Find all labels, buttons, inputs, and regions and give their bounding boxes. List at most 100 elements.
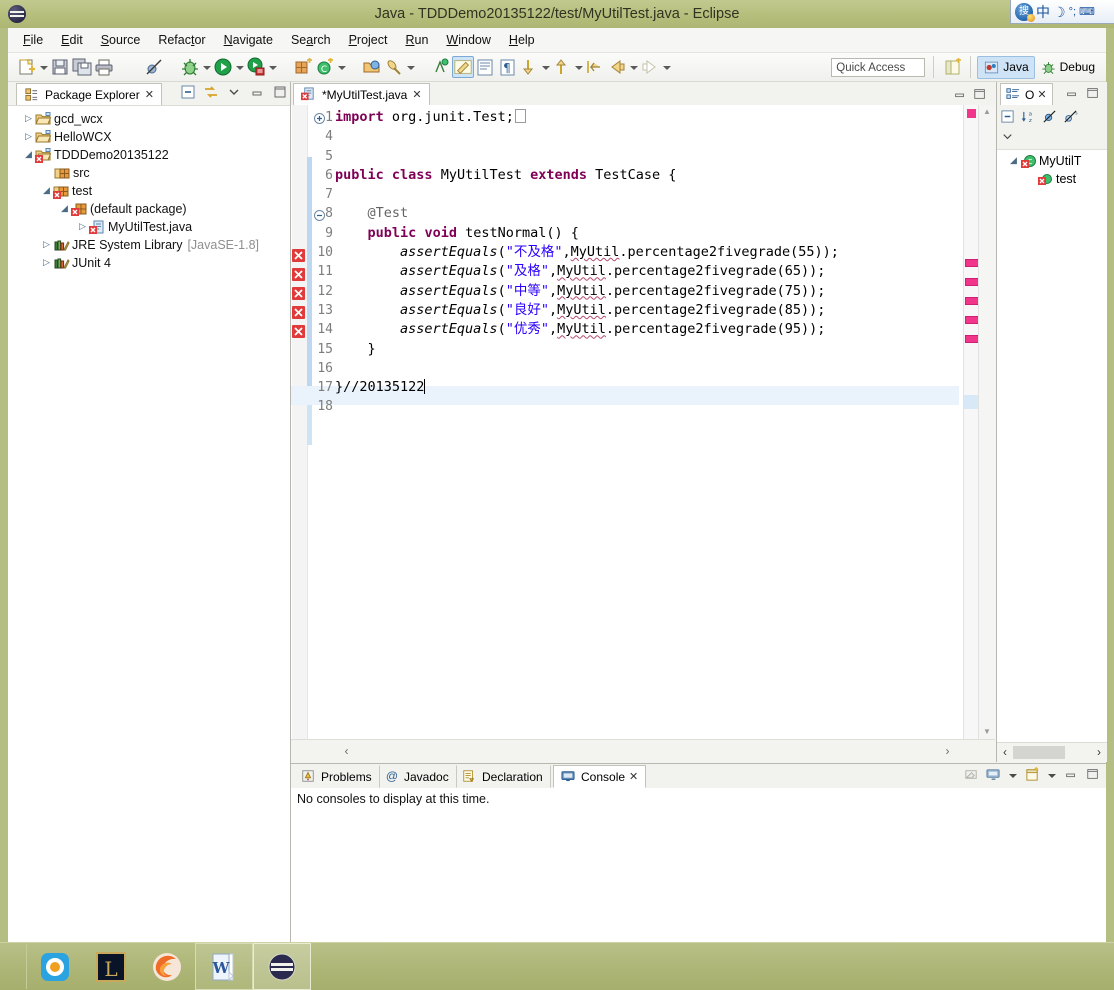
overview-error-marker[interactable] <box>965 259 979 267</box>
editor-horizontal-scrollbar[interactable]: ‹ › <box>291 739 995 762</box>
display-selected-console-icon[interactable] <box>986 767 1002 783</box>
scroll-left-arrow[interactable]: ‹ <box>339 744 354 759</box>
maximize-icon[interactable] <box>1086 86 1102 102</box>
new-java-package-icon[interactable] <box>292 56 314 78</box>
debug-dropdown-arrow[interactable] <box>201 56 212 78</box>
forward-dropdown-arrow[interactable] <box>661 56 672 78</box>
save-icon[interactable] <box>49 56 71 78</box>
taskbar-item-league-of-legends[interactable]: L <box>83 944 139 989</box>
perspective-debug[interactable]: Debug <box>1035 57 1100 78</box>
twisty-collapsed-icon[interactable]: ▷ <box>40 258 53 268</box>
twisty-expanded-icon[interactable]: ◢ <box>58 204 71 214</box>
scroll-right-arrow[interactable]: › <box>1092 745 1106 759</box>
tab-javadoc[interactable]: @ Javadoc <box>376 765 457 788</box>
sogou-ime-logo[interactable]: 搜 <box>1015 2 1035 22</box>
close-icon[interactable]: ✕ <box>145 88 154 101</box>
overview-error-marker[interactable] <box>965 335 979 343</box>
tree-item-gcd_wcx[interactable]: ▷ gcd_wcx <box>14 110 290 128</box>
run-coverage-icon[interactable] <box>245 56 267 78</box>
menu-run[interactable]: Run <box>396 30 437 50</box>
tab-package-explorer[interactable]: Package Explorer ✕ <box>16 83 162 105</box>
clear-console-icon[interactable] <box>964 767 980 783</box>
minimize-icon[interactable] <box>1064 767 1080 783</box>
outline-item-method[interactable]: test <box>997 170 1107 188</box>
forward-icon[interactable] <box>639 56 661 78</box>
next-annotation-dropdown-arrow[interactable] <box>540 56 551 78</box>
show-whitespace-icon[interactable] <box>474 56 496 78</box>
save-all-icon[interactable] <box>71 56 93 78</box>
taskbar-item-word[interactable]: W <box>195 943 253 990</box>
tree-item-src[interactable]: src <box>14 164 290 182</box>
twisty-expanded-icon[interactable]: ◢ <box>1007 156 1020 166</box>
link-with-editor-icon[interactable] <box>203 84 219 100</box>
next-annotation-icon[interactable] <box>518 56 540 78</box>
previous-annotation-dropdown-arrow[interactable] <box>573 56 584 78</box>
close-icon[interactable]: ✕ <box>1037 88 1046 101</box>
taskbar-start-strip[interactable] <box>0 944 27 989</box>
twisty-expanded-icon[interactable]: ◢ <box>40 186 53 196</box>
tab-myutiltest-java[interactable]: *MyUtilTest.java ✕ <box>293 83 430 106</box>
menu-edit[interactable]: Edit <box>52 30 92 50</box>
scroll-down-arrow[interactable]: ▼ <box>979 726 995 738</box>
tree-item-test[interactable]: ◢ test <box>14 182 290 200</box>
last-edit-location-icon[interactable] <box>584 56 606 78</box>
console-output[interactable]: No consoles to display at this time. <box>291 788 1106 944</box>
menu-source[interactable]: Source <box>92 30 150 50</box>
overview-error-marker[interactable] <box>965 316 979 324</box>
twisty-collapsed-icon[interactable]: ▷ <box>40 240 53 250</box>
ime-moon-icon[interactable]: ☽ <box>1053 4 1066 20</box>
ime-toolbar[interactable]: 搜 中 ☽ °; ⌨ <box>1010 0 1114 24</box>
taskbar-item-firefox[interactable] <box>139 944 195 989</box>
open-type-icon[interactable] <box>361 56 383 78</box>
run-icon[interactable] <box>212 56 234 78</box>
display-console-dropdown-arrow[interactable] <box>1008 768 1019 783</box>
menu-file[interactable]: FFileile <box>14 30 52 50</box>
open-console-dropdown-arrow[interactable] <box>1047 768 1058 783</box>
open-perspective-icon[interactable] <box>942 56 964 78</box>
toggle-blockselection-icon[interactable] <box>452 56 474 78</box>
tree-item-myutiltest-java[interactable]: ▷ MyUtilTest.java <box>14 218 290 236</box>
twisty-collapsed-icon[interactable]: ▷ <box>22 132 35 142</box>
maximize-icon[interactable] <box>1086 767 1102 783</box>
editor-text-area[interactable]: 1 4 5 6 7 8 9 10 11 12 13 14 15 16 17 18 <box>291 105 995 739</box>
quick-access-input[interactable]: Quick Access <box>831 57 926 77</box>
collapse-all-icon[interactable] <box>1000 109 1016 125</box>
new-dropdown-arrow[interactable] <box>38 56 49 78</box>
minimize-icon[interactable] <box>1065 86 1081 102</box>
previous-annotation-icon[interactable] <box>551 56 573 78</box>
scroll-left-arrow[interactable]: ‹ <box>998 745 1012 759</box>
tab-outline[interactable]: O ✕ <box>1000 83 1053 105</box>
tab-console[interactable]: Console ✕ <box>553 765 647 788</box>
new-java-class-icon[interactable]: C <box>314 56 336 78</box>
search-dropdown-arrow[interactable] <box>405 56 416 78</box>
print-icon[interactable] <box>93 56 115 78</box>
ime-punctuation-icon[interactable]: °; <box>1069 4 1076 20</box>
minimize-icon[interactable] <box>953 87 969 103</box>
ime-chinese-mode-icon[interactable]: 中 <box>1036 4 1050 20</box>
menu-help[interactable]: Help <box>500 30 544 50</box>
scroll-up-arrow[interactable]: ▲ <box>979 106 995 118</box>
minimize-icon[interactable] <box>249 84 265 100</box>
search-icon[interactable] <box>383 56 405 78</box>
menu-navigate[interactable]: Navigate <box>215 30 282 50</box>
maximize-icon[interactable] <box>973 87 989 103</box>
ime-keyboard-icon[interactable]: ⌨ <box>1079 4 1095 20</box>
outline-scroll-thumb[interactable] <box>1013 746 1065 759</box>
overview-error-marker[interactable] <box>965 278 979 286</box>
twisty-expanded-icon[interactable]: ◢ <box>22 150 35 160</box>
tab-problems[interactable]: Problems <box>293 765 380 788</box>
tree-item-hellowcx[interactable]: ▷ HelloWCX <box>14 128 290 146</box>
editor-code[interactable]: import org.junit.Test; public class MyUt… <box>335 108 995 739</box>
maximize-icon[interactable] <box>272 84 288 100</box>
tree-item-jre-system-library[interactable]: ▷ JRE System Library [JavaSE-1.8] <box>14 236 290 254</box>
taskbar-item-eclipse[interactable] <box>253 943 311 990</box>
folded-imports-box[interactable] <box>514 109 526 123</box>
back-dropdown-arrow[interactable] <box>628 56 639 78</box>
menu-window[interactable]: Window <box>437 30 499 50</box>
run-dropdown-arrow[interactable] <box>234 56 245 78</box>
new-java-class-dropdown-arrow[interactable] <box>336 56 347 78</box>
sort-icon[interactable]: az <box>1021 109 1037 125</box>
debug-icon[interactable] <box>179 56 201 78</box>
toggle-breakpoint-icon[interactable] <box>143 56 165 78</box>
toggle-markoccurrences-icon[interactable] <box>430 56 452 78</box>
